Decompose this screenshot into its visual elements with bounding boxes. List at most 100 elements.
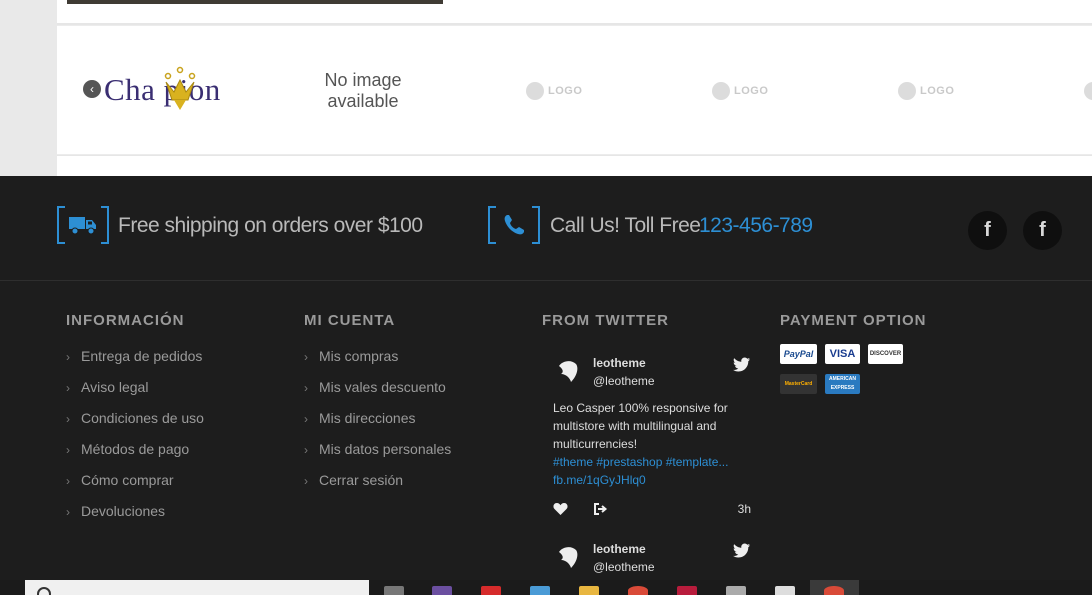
tweet-time[interactable]: 3h <box>738 502 751 516</box>
tweet-link[interactable]: fb.me/1qGyJHlq0 <box>553 473 646 487</box>
info-link[interactable]: › Entrega de pedidos <box>66 349 204 380</box>
logo-placeholder-icon <box>526 82 544 100</box>
search-icon <box>37 587 51 595</box>
footer-highlights: Free shipping on orders over $100 Call U… <box>0 176 1092 281</box>
truck-icon <box>69 217 96 235</box>
info-link-label: Condiciones de uso <box>81 410 204 426</box>
phone-icon <box>504 215 524 235</box>
twitter-bird-icon[interactable] <box>733 356 751 374</box>
no-image-line-1: No image <box>324 70 402 90</box>
settings-icon[interactable] <box>726 586 746 595</box>
chevron-right-icon: › <box>304 443 308 457</box>
paypal-badge: PayPal <box>780 344 817 364</box>
chrome-icon[interactable] <box>628 586 648 595</box>
account-link[interactable]: › Mis compras <box>304 349 451 380</box>
twitter-bird-icon[interactable] <box>733 542 751 560</box>
account-link-label: Mis direcciones <box>319 410 416 426</box>
info-link[interactable]: › Cómo comprar <box>66 473 204 504</box>
logo-placeholder-icon <box>1084 82 1092 100</box>
tweet-author-name[interactable]: leotheme <box>593 356 646 370</box>
account-link-label: Mis compras <box>319 348 399 364</box>
phone-number-link[interactable]: 123-456-789 <box>699 214 813 238</box>
chevron-right-icon: › <box>66 474 70 488</box>
account-link[interactable]: › Cerrar sesión <box>304 473 451 504</box>
mastercard-badge: MasterCard <box>780 374 817 394</box>
payment-heading: PAYMENT OPTION <box>780 312 927 329</box>
brand-logo-1[interactable]: LOGO <box>526 82 606 102</box>
account-links: › Mis compras › Mis vales descuento › Mis d… <box>304 349 451 504</box>
app-icon[interactable] <box>775 586 795 595</box>
account-heading: MI CUENTA <box>304 312 396 329</box>
account-link[interactable]: › Mis direcciones <box>304 411 451 442</box>
free-shipping-text: Free shipping on orders over $100 <box>118 214 423 237</box>
logo-placeholder-icon <box>898 82 916 100</box>
tweet-author-handle[interactable]: @leotheme <box>593 374 655 388</box>
file-explorer-icon[interactable] <box>579 586 599 595</box>
chevron-right-icon: › <box>66 443 70 457</box>
chrome-icon[interactable] <box>824 586 844 595</box>
chevron-right-icon: › <box>304 412 308 426</box>
tweet-author-handle[interactable]: @leotheme <box>593 560 655 574</box>
champion-brand-logo[interactable]: Cha pion <box>104 66 254 114</box>
chevron-right-icon: › <box>66 505 70 519</box>
heart-icon[interactable] <box>553 502 568 516</box>
tweet-text: Leo Casper 100% responsive for multistor… <box>553 399 753 489</box>
info-link[interactable]: › Aviso legal <box>66 380 204 411</box>
account-link[interactable]: › Mis vales descuento <box>304 380 451 411</box>
brand-logo-4[interactable] <box>1084 82 1092 102</box>
app-icon[interactable] <box>677 586 697 595</box>
call-icon-frame <box>488 206 540 244</box>
page-left-gutter <box>0 0 57 176</box>
taskbar-search-box[interactable] <box>25 580 369 595</box>
info-links: › Entrega de pedidos › Aviso legal › Condic… <box>66 349 204 535</box>
app-icon[interactable] <box>530 586 550 595</box>
brand-logo-label: LOGO <box>734 85 769 97</box>
account-link[interactable]: › Mis datos personales <box>304 442 451 473</box>
no-image-line-2: available <box>327 91 399 111</box>
brand-logo-label: LOGO <box>920 85 955 97</box>
shipping-icon-frame <box>57 206 109 244</box>
twitter-heading: FROM TWITTER <box>542 312 669 329</box>
tweet-hashtags[interactable]: #theme #prestashop #template... <box>553 455 728 469</box>
chevron-right-icon: › <box>304 350 308 364</box>
brand-logo-2[interactable]: LOGO <box>712 82 792 102</box>
facebook-icon[interactable]: f <box>1023 211 1062 250</box>
no-image-placeholder[interactable]: No image available <box>313 70 413 112</box>
top-image-edge <box>67 0 443 4</box>
os-taskbar <box>0 580 1092 595</box>
paint-app-icon[interactable] <box>432 586 452 595</box>
info-link[interactable]: › Devoluciones <box>66 504 204 535</box>
brand-logo-3[interactable]: LOGO <box>898 82 978 102</box>
chevron-right-icon: › <box>66 381 70 395</box>
chevron-right-icon: › <box>304 474 308 488</box>
account-link-label: Mis vales descuento <box>319 379 446 395</box>
account-link-label: Cerrar sesión <box>319 472 404 488</box>
info-link-label: Cómo comprar <box>81 472 174 488</box>
tweet-body: Leo Casper 100% responsive for multistor… <box>553 401 728 451</box>
amex-badge: AMERICAN EXPRESS <box>825 374 860 394</box>
info-column: INFORMACIÓN › Entrega de pedidos › Aviso l… <box>66 312 204 535</box>
tweet-card: leotheme @leotheme Leo Casper 100% respo… <box>553 356 753 526</box>
app-icon[interactable] <box>481 586 501 595</box>
account-link-label: Mis datos personales <box>319 441 452 457</box>
retweet-icon[interactable] <box>593 502 608 516</box>
account-column: MI CUENTA › Mis compras › Mis vales descue… <box>304 312 451 504</box>
info-link-label: Entrega de pedidos <box>81 348 203 364</box>
info-link-label: Aviso legal <box>81 379 149 395</box>
facebook-icon[interactable]: f <box>968 211 1007 250</box>
avatar[interactable] <box>553 542 583 572</box>
tweet-card: leotheme @leotheme <box>553 542 753 580</box>
chevron-right-icon: › <box>66 412 70 426</box>
info-heading: INFORMACIÓN <box>66 312 185 329</box>
info-link[interactable]: › Métodos de pago <box>66 442 204 473</box>
task-view-icon[interactable] <box>384 586 404 595</box>
content-bottom-panel <box>57 156 1092 176</box>
info-link[interactable]: › Condiciones de uso <box>66 411 204 442</box>
carousel-prev-button[interactable]: ‹ <box>83 80 101 98</box>
tweet-author-name[interactable]: leotheme <box>593 542 646 556</box>
brand-logo-label: LOGO <box>548 85 583 97</box>
avatar[interactable] <box>553 356 583 386</box>
info-link-label: Devoluciones <box>81 503 166 519</box>
crown-icon <box>164 66 196 110</box>
twitter-column: FROM TWITTER <box>542 312 669 349</box>
